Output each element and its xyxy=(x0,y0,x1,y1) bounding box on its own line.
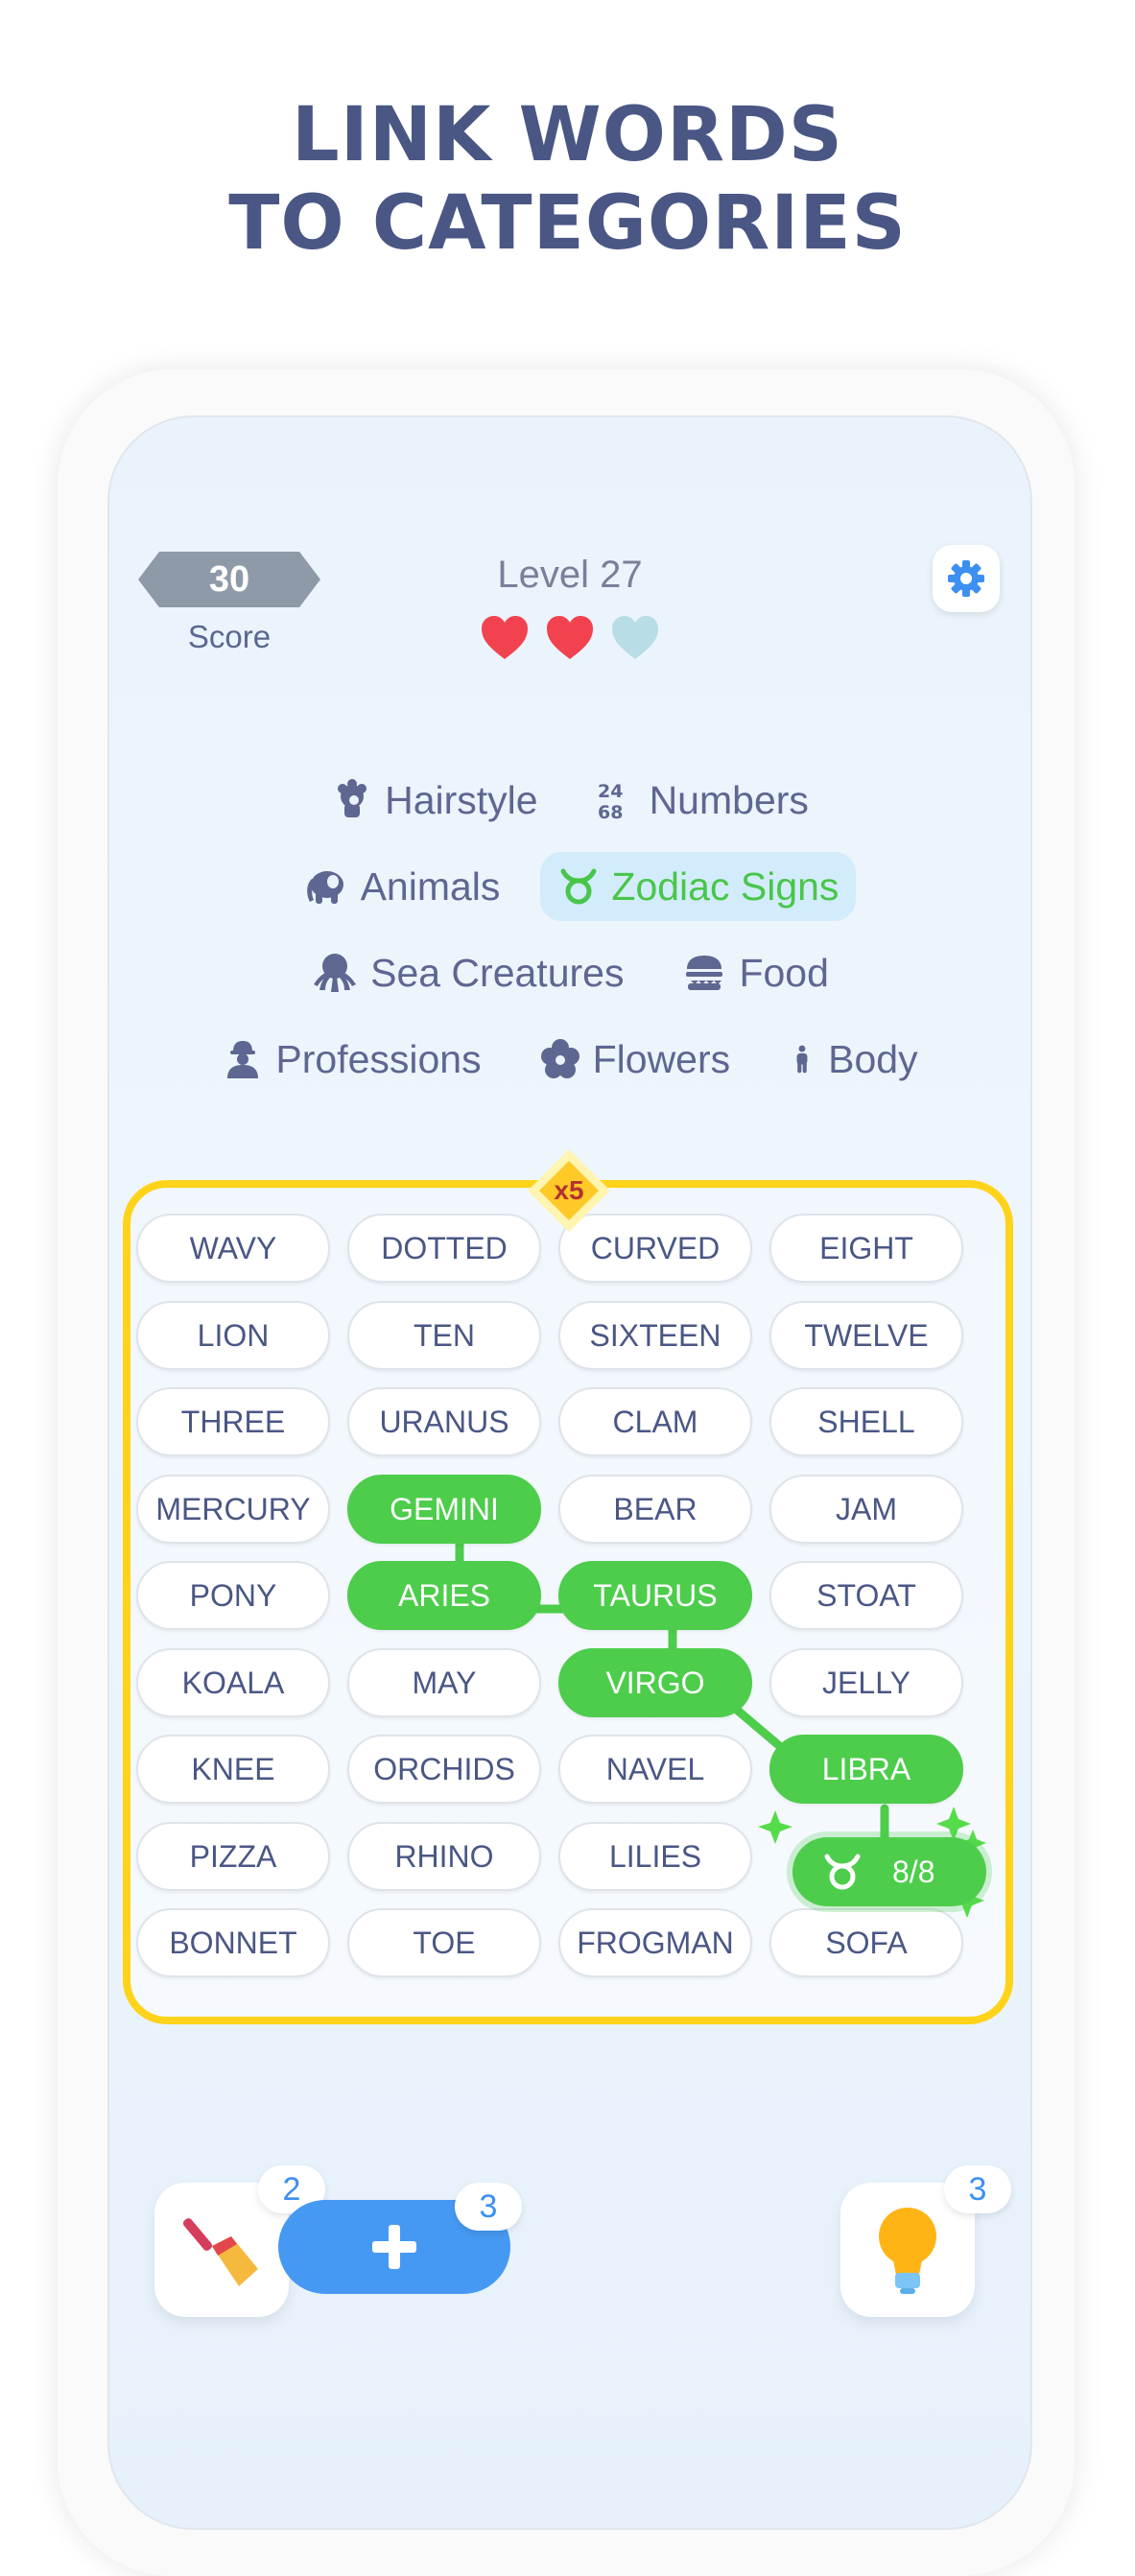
hint-button[interactable]: 3 xyxy=(840,2165,1011,2317)
hint-count: 3 xyxy=(944,2165,1011,2213)
sparkle-effects xyxy=(758,1807,986,1918)
brush-icon xyxy=(183,2218,258,2286)
game-screen: 30 Score Level 27 Hairstyle 24 68 Number… xyxy=(107,415,1032,2530)
add-button[interactable]: 3 xyxy=(278,2183,522,2294)
progress-text: 8/8 xyxy=(892,1855,935,1889)
brush-button[interactable]: 2 xyxy=(154,2165,325,2317)
headline-line-1: LINK WORDS xyxy=(292,92,843,178)
add-count: 3 xyxy=(455,2183,522,2231)
plus-icon xyxy=(372,2225,416,2269)
zodiac-progress-pill: 8/8 xyxy=(792,1837,986,1906)
headline-line-2: TO CATEGORIES xyxy=(228,180,907,267)
headline: LINK WORDS TO CATEGORIES xyxy=(0,91,1135,268)
taurus-icon xyxy=(824,1854,861,1890)
lightbulb-icon xyxy=(879,2208,936,2294)
